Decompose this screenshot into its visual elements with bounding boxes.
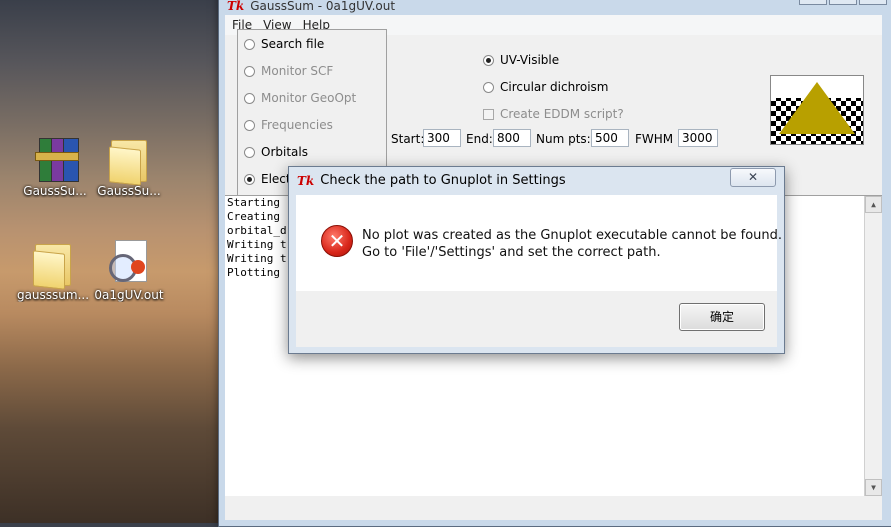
maximize-button[interactable]	[829, 0, 857, 5]
radio-label: Monitor GeoOpt	[261, 91, 357, 105]
end-label: End:	[466, 132, 493, 146]
fwhm-input[interactable]: 3000	[678, 129, 718, 147]
radio-electronic-transitions[interactable]: Elect	[244, 172, 291, 186]
radio-circle	[244, 146, 255, 158]
radio-monitor-geoopt[interactable]: Monitor GeoOpt	[244, 91, 356, 105]
scroll-down-icon[interactable]: ▼	[865, 479, 882, 496]
scroll-up-icon[interactable]: ▲	[865, 196, 882, 213]
checkbox-box	[483, 108, 494, 120]
dialog-body: ✕ No plot was created as the Gnuplot exe…	[296, 195, 782, 291]
radio-label: Search file	[261, 37, 325, 51]
folder-icon	[105, 134, 153, 186]
fwhm-label: FWHM	[635, 132, 674, 146]
close-button[interactable]	[859, 0, 887, 5]
radio-circle	[244, 92, 255, 104]
radio-label: Elect	[261, 172, 291, 186]
log-scrollbar[interactable]: ▲ ▼	[864, 196, 882, 496]
desktop-icon-label: GaussSu...	[97, 184, 161, 198]
window-title: GaussSum - 0a1gUV.out	[250, 0, 396, 13]
message-line-2: Go to 'File'/'Settings' and set the corr…	[362, 245, 661, 260]
desktop-icon-gausssum-archive[interactable]: GaussSu...	[15, 134, 95, 198]
radio-circle	[244, 65, 255, 77]
start-input[interactable]: 300	[423, 129, 461, 147]
radio-circle	[244, 119, 255, 131]
radio-circle	[483, 81, 494, 93]
radio-label: Circular dichroism	[500, 80, 609, 94]
dialog-title-bar[interactable]: Tk Check the path to Gnuplot in Settings	[297, 173, 566, 188]
radio-label: Monitor SCF	[261, 64, 334, 78]
end-input[interactable]: 800	[493, 129, 531, 147]
radio-label: Orbitals	[261, 145, 308, 159]
checkbox-label: Create EDDM script?	[500, 107, 624, 121]
start-label: Start:	[391, 132, 425, 146]
radio-uv-visible[interactable]: UV-Visible	[483, 53, 559, 67]
radio-circle	[244, 173, 255, 185]
out-file-icon	[105, 238, 153, 286]
tk-app-icon: Tk	[227, 0, 245, 13]
gausssum-logo-image	[770, 75, 864, 145]
ok-button[interactable]: 确定	[679, 303, 765, 331]
error-icon: ✕	[321, 225, 353, 257]
dialog-message: No plot was created as the Gnuplot execu…	[362, 227, 782, 261]
minimize-button[interactable]	[799, 0, 827, 5]
radio-search-file[interactable]: Search file	[244, 37, 324, 51]
dialog-close-button[interactable]: ✕	[730, 168, 776, 187]
radio-circle	[483, 54, 494, 66]
dialog-title: Check the path to Gnuplot in Settings	[320, 173, 566, 188]
desktop-icon-gausssum-folder[interactable]: GaussSu...	[89, 134, 169, 198]
numpts-label: Num pts:	[536, 132, 591, 146]
radio-label: UV-Visible	[500, 53, 560, 67]
desktop-icon-label: gausssum...	[16, 288, 90, 302]
message-line-1: No plot was created as the Gnuplot execu…	[362, 228, 783, 243]
tk-app-icon: Tk	[297, 173, 315, 188]
desktop-icon-label: GaussSu...	[23, 184, 87, 198]
dialog-footer: 确定	[296, 291, 777, 347]
desktop-icon-gausssum-folder-2[interactable]: gausssum...	[13, 238, 93, 302]
numpts-input[interactable]: 500	[591, 129, 629, 147]
radio-orbitals[interactable]: Orbitals	[244, 145, 308, 159]
close-icon: ✕	[747, 170, 759, 184]
radio-label: Frequencies	[261, 118, 333, 132]
window-title-bar[interactable]: Tk GaussSum - 0a1gUV.out	[227, 0, 395, 15]
desktop-icon-label: 0a1gUV.out	[94, 288, 164, 302]
window-controls	[799, 0, 887, 5]
checkbox-create-eddm[interactable]: Create EDDM script?	[483, 107, 624, 121]
radio-circle	[244, 38, 255, 50]
desktop-icon-out-file[interactable]: 0a1gUV.out	[89, 238, 169, 302]
winrar-archive-icon	[31, 134, 79, 182]
radio-circular-dichroism[interactable]: Circular dichroism	[483, 80, 608, 94]
folder-icon	[29, 238, 77, 290]
gnuplot-error-dialog: Tk Check the path to Gnuplot in Settings…	[288, 166, 785, 354]
radio-monitor-scf[interactable]: Monitor SCF	[244, 64, 333, 78]
radio-frequencies[interactable]: Frequencies	[244, 118, 333, 132]
